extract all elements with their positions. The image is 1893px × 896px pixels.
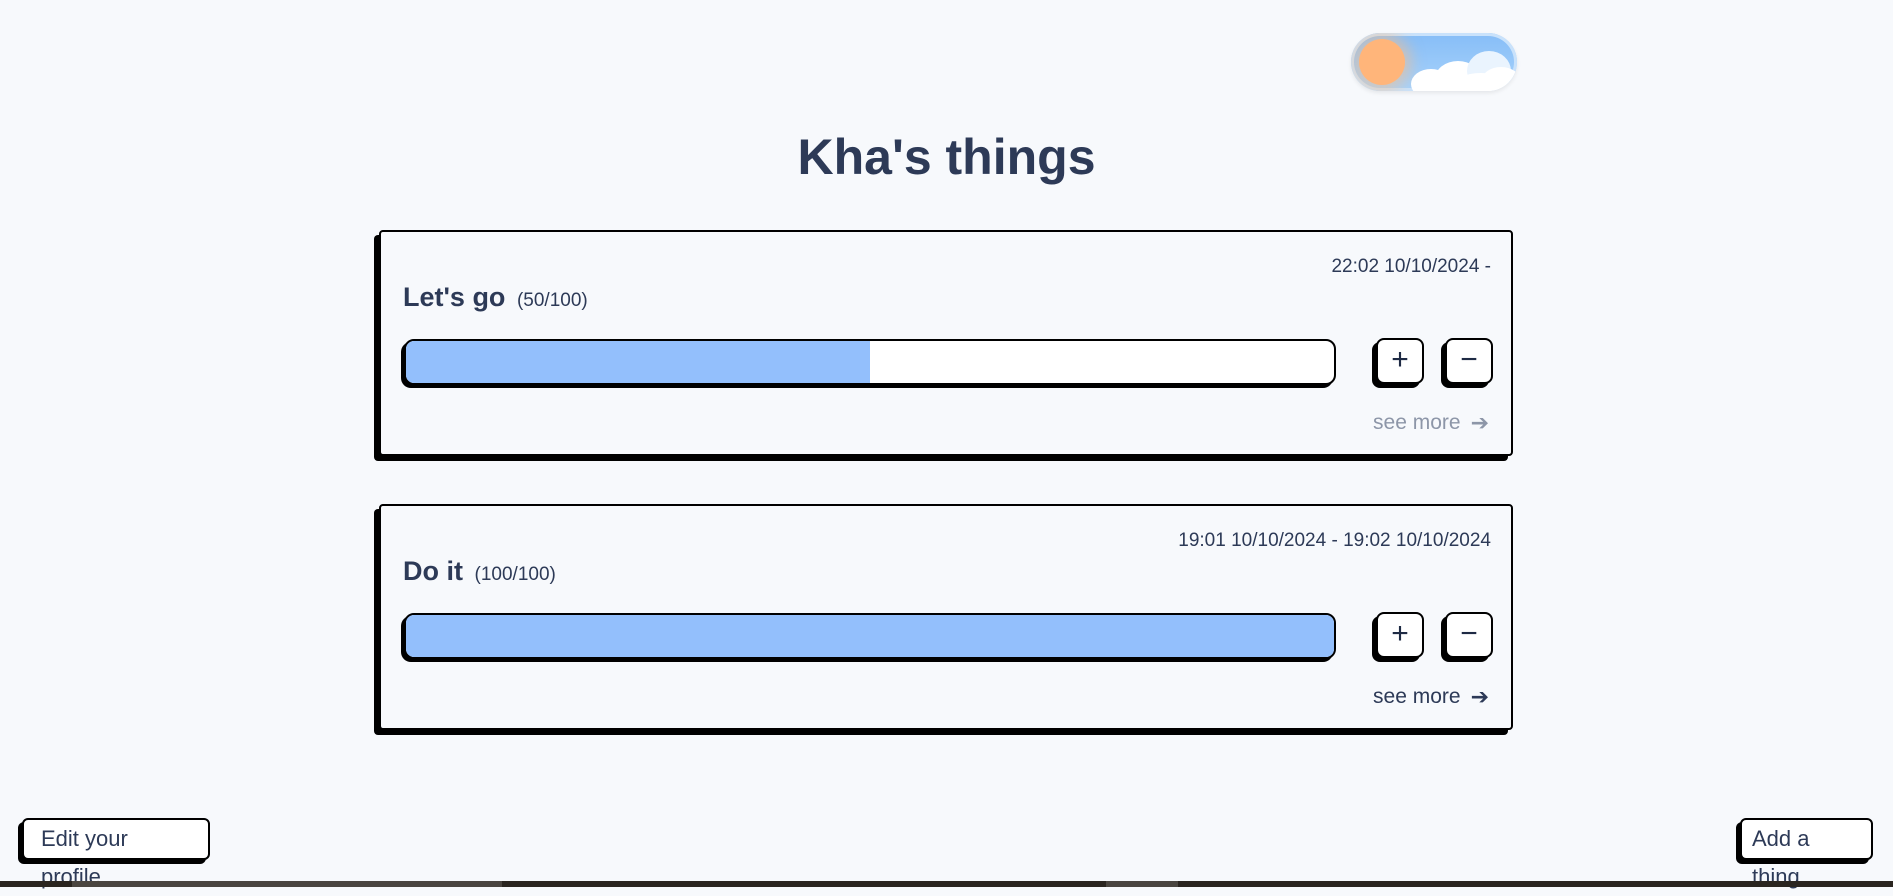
- increment-button[interactable]: +: [1376, 338, 1424, 384]
- see-more-label: see more: [1373, 411, 1461, 434]
- thing-dates: 19:01 10/10/2024 - 19:02 10/10/2024: [1178, 530, 1491, 551]
- see-more-link[interactable]: see more ➔: [1373, 684, 1489, 710]
- arrow-right-icon: ➔: [1470, 684, 1489, 709]
- progress-bar-fill: [406, 341, 870, 383]
- sun-icon: [1359, 39, 1405, 85]
- progress-bar: [404, 339, 1336, 385]
- thing-card: 22:02 10/10/2024 - Let's go (50/100) + −…: [379, 230, 1513, 456]
- thing-name-label: Let's go: [403, 282, 506, 312]
- edit-profile-button[interactable]: Edit your profile: [22, 818, 210, 889]
- taskbar: [0, 881, 1893, 887]
- add-thing-button[interactable]: Add a thing: [1740, 818, 1873, 889]
- arrow-right-icon: ➔: [1470, 410, 1489, 435]
- thing-dates: 22:02 10/10/2024 -: [1331, 256, 1491, 277]
- theme-toggle[interactable]: [1351, 33, 1517, 91]
- progress-bar: [404, 613, 1336, 659]
- thing-count: (50/100): [516, 290, 588, 311]
- decrement-button[interactable]: −: [1445, 338, 1493, 384]
- see-more-label: see more: [1373, 685, 1461, 708]
- increment-button[interactable]: +: [1376, 612, 1424, 658]
- taskbar-item[interactable]: [1106, 881, 1178, 887]
- see-more-link[interactable]: see more ➔: [1373, 410, 1489, 436]
- progress-bar-fill: [406, 615, 1334, 657]
- taskbar-item[interactable]: [72, 881, 502, 887]
- thing-name: Do it (100/100): [403, 556, 556, 587]
- thing-card: 19:01 10/10/2024 - 19:02 10/10/2024 Do i…: [379, 504, 1513, 730]
- cloud-icon: [1481, 67, 1517, 91]
- page-title: Kha's things: [797, 129, 1096, 185]
- decrement-button[interactable]: −: [1445, 612, 1493, 658]
- thing-name: Let's go (50/100): [403, 282, 588, 313]
- thing-count: (100/100): [474, 564, 556, 585]
- thing-name-label: Do it: [403, 556, 463, 586]
